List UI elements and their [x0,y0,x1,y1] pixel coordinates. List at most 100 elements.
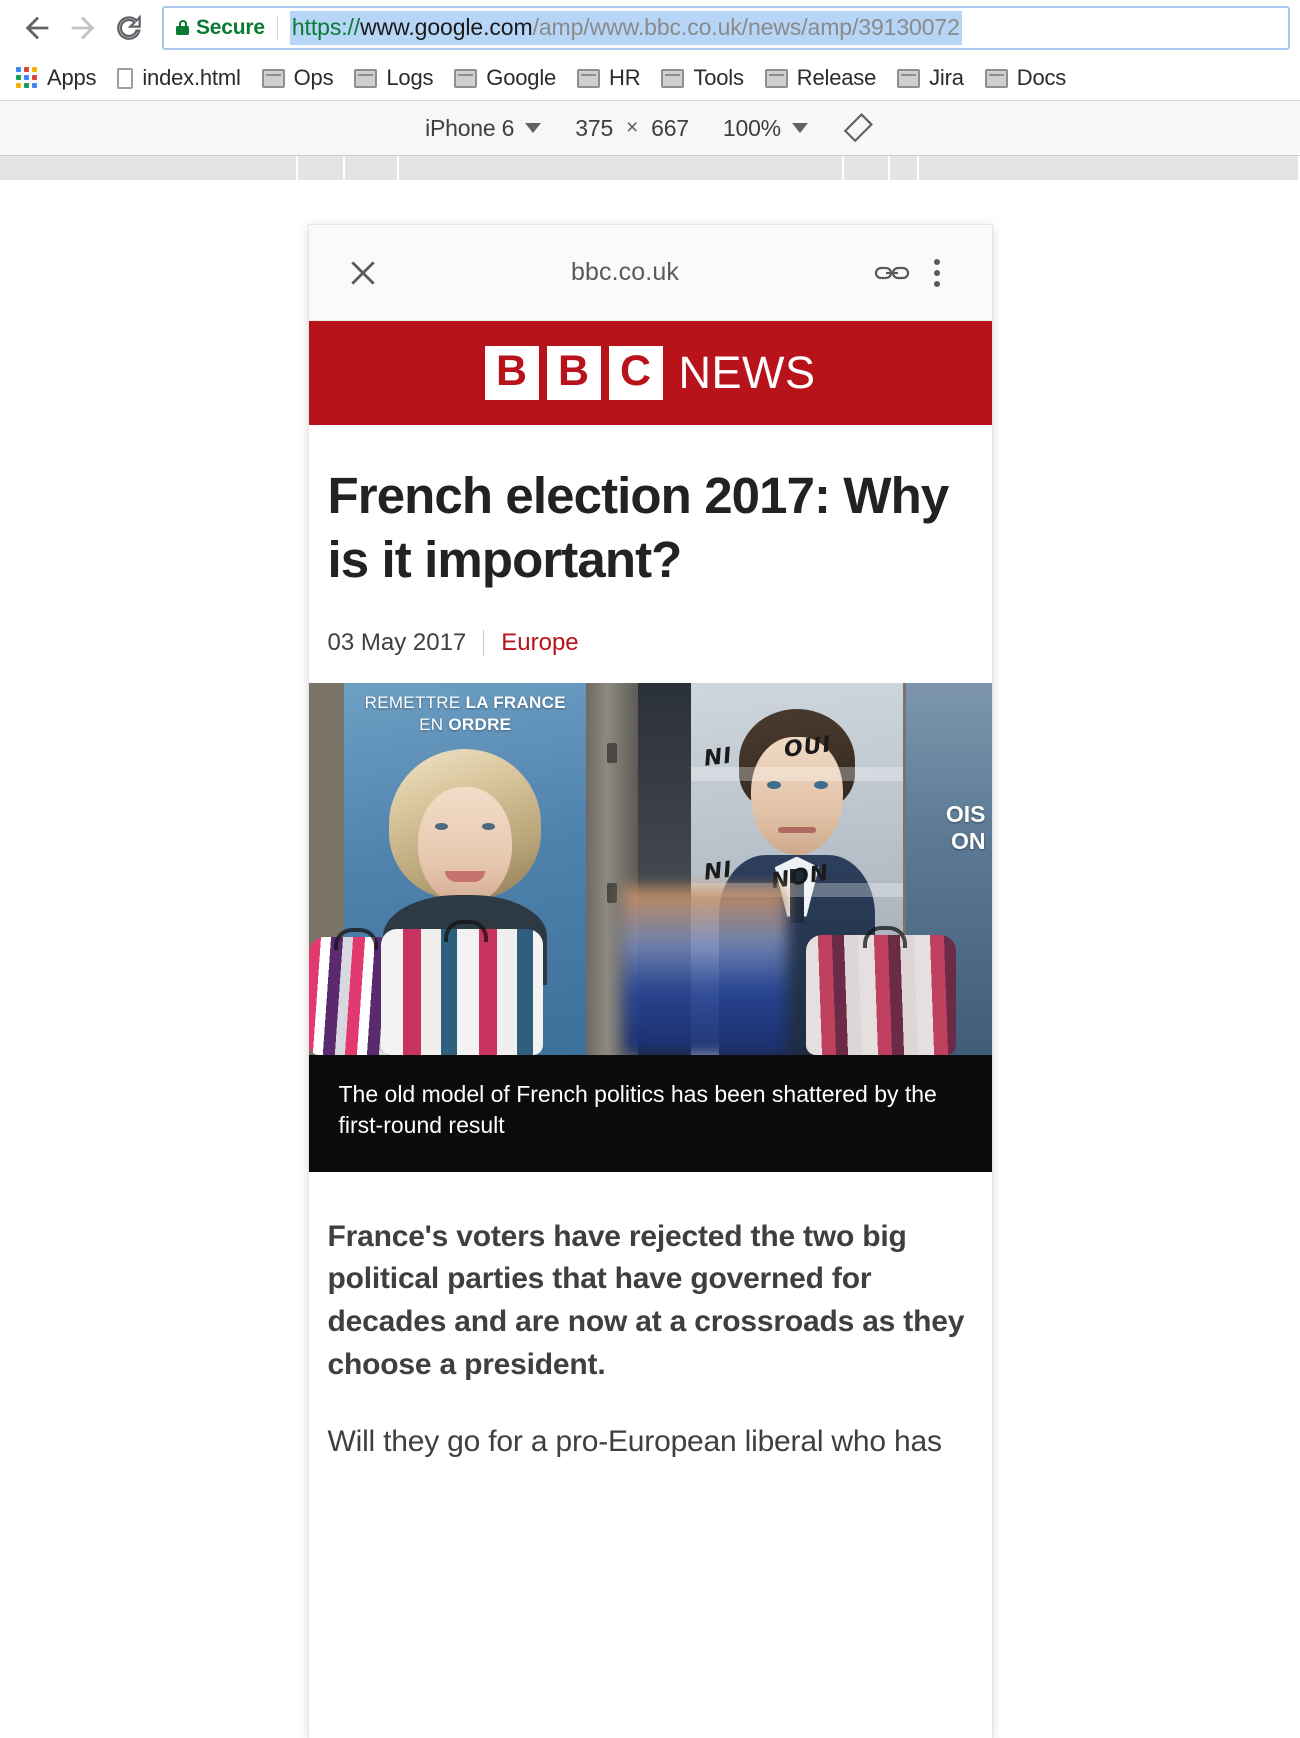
bbc-news-wordmark: NEWS [678,347,816,398]
bookmark-label: Ops [293,65,334,90]
page-title: French election 2017: Why is it importan… [327,467,950,589]
bookmark-docs[interactable]: Docs [984,65,1066,91]
poster-portrait-eye [813,780,828,789]
lock-icon [176,20,189,36]
address-bar[interactable]: Secure https://www.google.com/amp/www.bb… [162,6,1290,50]
folder-icon [261,68,285,88]
poster-slogan: REMETTRE LA FRANCE EN ORDRE [344,692,586,737]
foreground-backpacks [308,919,992,1055]
bookmark-google[interactable]: Google [454,65,556,91]
bookmark-tools[interactable]: Tools [661,65,744,91]
bookmark-ops[interactable]: Ops [261,65,334,91]
bookmark-label: Jira [929,65,964,90]
document-icon [117,67,134,89]
byline-divider [483,629,485,656]
body-paragraph: Will they go for a pro-European liberal … [327,1425,942,1459]
ruler-segment [297,156,344,180]
device-emulation-toolbar: iPhone 6 375 × 667 100% [0,100,1300,156]
background-poster-line1: OIS [945,800,986,827]
viewport-height-input[interactable]: 667 [651,115,689,142]
device-selector[interactable]: iPhone 6 [425,114,542,142]
ruler-segment [890,156,917,180]
emulated-viewport-area: bbc.co.uk B B C NEWS French election 201… [0,188,1300,1738]
security-indicator[interactable]: Secure [176,15,278,41]
ruler-segment [843,156,889,180]
ruler-segment [0,156,296,180]
graffiti-text: OUI [782,731,834,763]
folder-icon [661,68,685,88]
security-label: Secure [196,16,265,39]
arrow-left-icon [25,16,49,40]
bookmark-release[interactable]: Release [764,65,877,91]
article-photo: REMETTRE LA FRANCE EN ORDRE NI OUI NI NO… [308,682,992,1055]
poster-slogan-line2-plain: EN [419,714,449,734]
photo-caption: The old model of French politics has bee… [308,1054,992,1172]
poster-portrait-eye [435,822,449,830]
bookmark-index-html[interactable]: index.html [117,65,241,91]
article-header: French election 2017: Why is it importan… [308,425,992,683]
poster-portrait-eye [766,780,781,789]
bbc-news-logo[interactable]: B B C NEWS [484,346,816,400]
url-host: www.google.com [360,14,533,40]
viewport-width-input[interactable]: 375 [575,115,613,142]
folder-icon [454,68,478,88]
viewport-size: 375 × 667 [575,115,689,142]
kebab-dot [933,280,940,287]
bookmark-label: HR [609,65,641,90]
ruler-segment [398,156,842,180]
device-controls: iPhone 6 375 × 667 100% [408,111,892,145]
forward-button[interactable] [60,5,106,51]
bookmarks-bar: Apps index.html Ops Logs Google HR Tools [0,56,1300,100]
chevron-down-icon [525,123,542,133]
rotate-device-icon [843,113,873,143]
bookmark-apps[interactable]: Apps [16,65,97,91]
bbc-letter-block: C [608,346,663,400]
kebab-dot [933,258,940,265]
amp-menu-button[interactable] [916,258,958,287]
section-link[interactable]: Europe [501,629,578,657]
zoom-level: 100% [722,114,781,141]
amp-close-button[interactable] [343,257,383,289]
ruler-segment [345,156,397,180]
folder-icon [764,68,788,88]
rotate-device-button[interactable] [841,111,875,145]
bookmark-hr[interactable]: HR [577,65,641,91]
poster-portrait-eye [482,822,496,830]
reload-button[interactable] [106,5,152,51]
bookmark-label: Tools [693,65,744,90]
back-button[interactable] [14,5,60,51]
folder-icon [897,68,921,88]
byline: 03 May 2017 Europe [328,593,973,683]
poster-portrait-face [418,786,513,905]
ruler-segment [918,156,1298,180]
bbc-letter-block: B [484,346,539,400]
poster-portrait-mouth [777,826,816,833]
device-name: iPhone 6 [425,114,515,141]
backpack [380,919,543,1055]
poster-slogan-line2-bold: ORDRE [448,714,512,734]
background-poster-text: OIS ON [946,801,986,855]
backpack [805,925,956,1055]
bookmark-label: Apps [47,65,97,90]
bookmark-label: index.html [142,65,241,90]
url-scheme: https:// [291,14,361,40]
article-body: France's voters have rejected the two bi… [309,1172,992,1464]
intro-paragraph: France's voters have rejected the two bi… [327,1219,965,1382]
arrow-right-icon [71,16,95,40]
amp-domain-label: bbc.co.uk [571,258,679,286]
bookmark-label: Google [486,65,557,90]
bbc-letter-block: B [546,346,601,400]
bookmark-label: Release [796,65,877,90]
amp-copy-link-button[interactable] [868,261,916,285]
zoom-selector[interactable]: 100% [723,115,808,142]
close-icon [350,260,375,285]
url-path: /amp/www.bbc.co.uk/news/amp/39130072 [532,14,960,40]
omnibox-row: Secure https://www.google.com/amp/www.bb… [0,0,1300,56]
viewport-ruler [0,156,1300,188]
link-icon [874,266,909,279]
url-text[interactable]: https://www.google.com/amp/www.bbc.co.uk… [289,11,962,45]
graffiti-text: NI [702,856,734,886]
amp-viewer-header: bbc.co.uk [308,225,992,321]
bookmark-jira[interactable]: Jira [897,65,964,91]
bookmark-logs[interactable]: Logs [354,65,433,91]
